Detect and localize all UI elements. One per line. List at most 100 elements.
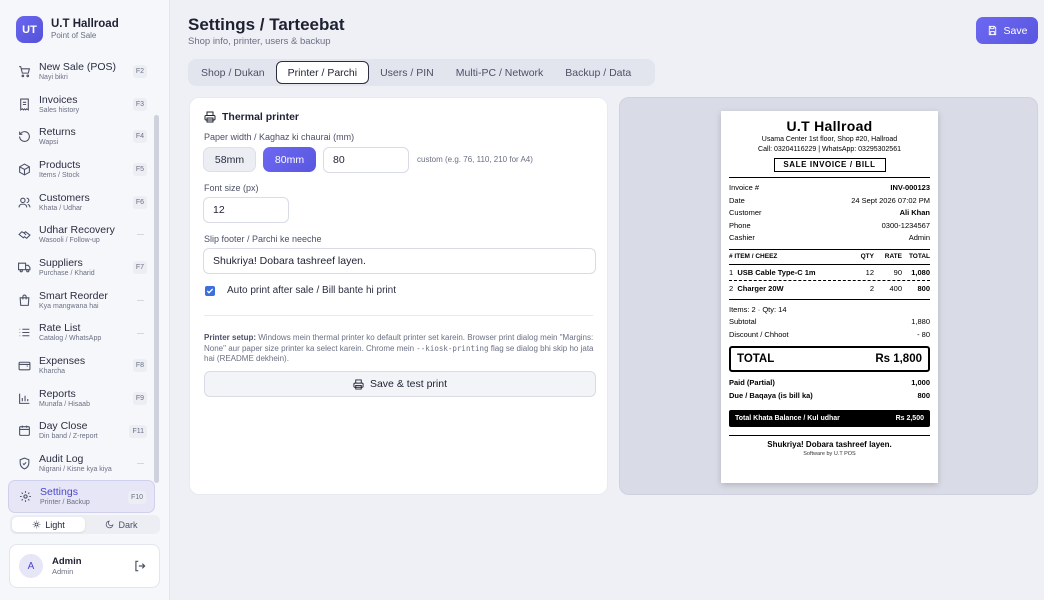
tab-shop[interactable]: Shop / Dukan — [190, 61, 276, 84]
sidebar-item-sublabel: Sales history — [39, 106, 80, 114]
shortcut-badge: F10 — [127, 490, 146, 504]
receipt-icon — [17, 97, 31, 111]
receipt-items-count: Items: 2 · Qty: 14 — [729, 304, 930, 317]
save-button[interactable]: Save — [976, 17, 1038, 44]
setup-note-code: --kiosk-printing — [416, 343, 489, 353]
sidebar-item-rate-list[interactable]: Rate List Catalog / WhatsApp — — [8, 317, 155, 350]
custom-width-input[interactable]: 80 — [323, 147, 409, 173]
sidebar-item-label: Rate List — [39, 322, 81, 335]
total-value: Rs 1,800 — [875, 353, 922, 365]
page-title: Settings / Tarteebat — [188, 15, 345, 34]
handshake-icon — [17, 228, 31, 242]
sidebar-item-new-sale[interactable]: New Sale (POS) Nayi bikri F2 — [8, 55, 155, 88]
tab-multi-pc[interactable]: Multi-PC / Network — [445, 61, 555, 84]
receipt-due: Due / Baqaya (is bill ka) 800 — [729, 390, 930, 403]
sidebar-item-settings[interactable]: Settings Printer / Backup F10 — [8, 479, 155, 513]
brand[interactable]: UT U.T Hallroad Point of Sale — [16, 16, 119, 43]
due-value: 800 — [917, 390, 930, 400]
shortcut-badge: F5 — [132, 163, 147, 177]
line-name: USB Cable Type-C 1m — [737, 267, 816, 277]
font-size-label: Font size (px) — [204, 183, 259, 193]
paid-label: Paid (Partial) — [729, 378, 775, 387]
page-subtitle: Shop info, printer, users & backup — [188, 36, 331, 47]
wallet-icon — [17, 359, 31, 373]
sidebar-item-udhar-recovery[interactable]: Udhar Recovery Wasooli / Follow-up — — [8, 218, 155, 251]
discount-value: - 80 — [917, 329, 930, 339]
calendar-icon — [17, 424, 31, 438]
auto-print-checkbox[interactable] — [205, 285, 215, 296]
dark-theme-label: Dark — [118, 519, 138, 530]
card-title-text: Thermal printer — [222, 111, 300, 123]
user-role: Admin — [52, 566, 74, 576]
bag-icon — [17, 293, 31, 307]
shortcut-badge: — — [137, 460, 144, 468]
receipt-rule — [729, 248, 930, 250]
paper-58mm-option[interactable]: 58mm — [203, 147, 256, 172]
sidebar-item-sublabel: Wasooli / Follow-up — [39, 237, 100, 245]
due-label: Due / Baqaya (is bill ka) — [729, 390, 813, 400]
sidebar-item-smart-reorder[interactable]: Smart Reorder Kya mangwana hai — — [8, 284, 155, 317]
settings-tabs: Shop / Dukan Printer / Parchi Users / PI… — [188, 59, 655, 86]
shortcut-badge: F3 — [132, 97, 147, 111]
light-theme-button[interactable]: Light — [12, 517, 85, 532]
info-key: Customer — [729, 208, 762, 217]
receipt-item-header: # ITEM / CHEEZ QTY RATE TOTAL — [729, 252, 930, 262]
paper-80mm-option[interactable]: 80mm — [263, 147, 316, 172]
sidebar-item-sublabel: Din band / Z-report — [39, 433, 98, 441]
light-theme-label: Light — [45, 519, 65, 530]
sidebar-item-returns[interactable]: Returns Wapsi F4 — [8, 120, 155, 153]
font-size-input[interactable]: 12 — [203, 197, 289, 223]
receipt-rule — [729, 177, 930, 178]
sidebar-item-label: Reports — [39, 387, 76, 400]
dark-theme-button[interactable]: Dark — [85, 517, 158, 532]
save-test-print-button[interactable]: Save & test print — [204, 371, 596, 397]
line-total: 1,080 — [911, 267, 930, 277]
sidebar-scrollbar[interactable] — [154, 115, 159, 483]
tab-users[interactable]: Users / PIN — [369, 61, 445, 84]
logout-icon[interactable] — [133, 559, 147, 573]
info-value: Admin — [908, 233, 930, 242]
sidebar-item-suppliers[interactable]: Suppliers Purchase / Kharid F7 — [8, 251, 155, 284]
sidebar-item-expenses[interactable]: Expenses Kharcha F8 — [8, 349, 155, 382]
sidebar-item-invoices[interactable]: Invoices Sales history F3 — [8, 88, 155, 121]
tab-printer[interactable]: Printer / Parchi — [275, 61, 370, 84]
receipt-title: SALE INVOICE / BILL — [773, 158, 886, 172]
user-name: Admin — [52, 555, 82, 567]
users-icon — [17, 195, 31, 209]
save-label: Save — [1003, 24, 1028, 37]
sidebar-item-sublabel: Kya mangwana hai — [39, 302, 99, 310]
printer-icon — [204, 111, 216, 123]
shortcut-badge: F11 — [129, 424, 147, 438]
discount-label: Discount / Chhoot — [729, 329, 789, 339]
tab-backup[interactable]: Backup / Data — [554, 61, 642, 84]
sidebar-item-day-close[interactable]: Day Close Din band / Z-report F11 — [8, 415, 155, 448]
receipt-rule — [729, 298, 930, 300]
sidebar-item-audit-log[interactable]: Audit Log Nigrani / Kisne kya kiya — — [8, 447, 155, 480]
cart-icon — [17, 64, 31, 78]
receipt-line-item: 1 USB Cable Type-C 1m 12 90 1,080 — [729, 265, 930, 280]
sidebar-item-label: Udhar Recovery — [39, 224, 115, 237]
sidebar-item-label: Day Close — [39, 420, 88, 433]
shield-icon — [17, 457, 31, 471]
sidebar-item-label: Invoices — [39, 93, 78, 106]
receipt-subtotal: Subtotal 1,880 — [729, 316, 930, 329]
sidebar-item-products[interactable]: Products Items / Stock F5 — [8, 153, 155, 186]
receipt-rule — [729, 435, 930, 436]
col-item: # ITEM / CHEEZ — [729, 252, 778, 260]
shortcut-badge: F9 — [132, 391, 147, 405]
sidebar-item-reports[interactable]: Reports Munafa / Hisaab F9 — [8, 382, 155, 415]
theme-toggle: Light Dark — [10, 515, 160, 534]
shortcut-badge: F4 — [132, 130, 147, 144]
receipt-discount: Discount / Chhoot - 80 — [729, 329, 930, 342]
line-rate: 400 — [889, 283, 902, 293]
auto-print-row[interactable]: Auto print after sale / Bill bante hi pr… — [205, 285, 396, 296]
sidebar-item-customers[interactable]: Customers Khata / Udhar F6 — [8, 186, 155, 219]
info-value: Ali Khan — [899, 208, 930, 217]
info-value: INV-000123 — [890, 183, 930, 192]
slip-footer-input[interactable]: Shukriya! Dobara tashreef layen. — [203, 248, 596, 274]
line-qty: 12 — [865, 267, 874, 277]
sidebar-item-sublabel: Munafa / Hisaab — [39, 400, 90, 408]
subtotal-label: Subtotal — [729, 317, 757, 326]
info-key: Phone — [729, 220, 751, 230]
receipt-preview: U.T Hallroad Usama Center 1st floor, Sho… — [721, 111, 938, 483]
